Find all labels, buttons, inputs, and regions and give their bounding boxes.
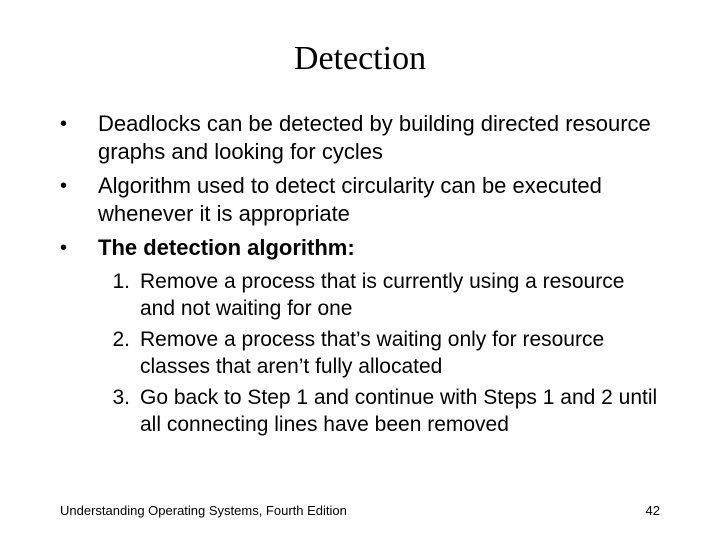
list-item: 2. Remove a process that’s waiting only … xyxy=(98,326,660,380)
list-item: 3. Go back to Step 1 and continue with S… xyxy=(98,384,660,438)
bullet-text-bold: The detection algorithm: xyxy=(98,234,660,262)
number-marker: 2. xyxy=(98,326,140,380)
bullet-text: Deadlocks can be detected by building di… xyxy=(98,110,660,166)
step-text: Remove a process that’s waiting only for… xyxy=(140,326,660,380)
bullet-icon: • xyxy=(60,234,98,262)
bullet-icon: • xyxy=(60,172,98,228)
list-item: • Deadlocks can be detected by building … xyxy=(60,110,660,166)
slide: Detection • Deadlocks can be detected by… xyxy=(0,0,720,540)
slide-title: Detection xyxy=(60,40,660,78)
bullet-list: • Deadlocks can be detected by building … xyxy=(60,110,660,262)
page-number: 42 xyxy=(646,503,660,518)
list-item: • Algorithm used to detect circularity c… xyxy=(60,172,660,228)
bullet-text: Algorithm used to detect circularity can… xyxy=(98,172,660,228)
list-item: • The detection algorithm: xyxy=(60,234,660,262)
footer: Understanding Operating Systems, Fourth … xyxy=(60,503,660,518)
numbered-list: 1. Remove a process that is currently us… xyxy=(98,268,660,438)
step-text: Remove a process that is currently using… xyxy=(140,268,660,322)
bullet-icon: • xyxy=(60,110,98,166)
number-marker: 3. xyxy=(98,384,140,438)
list-item: 1. Remove a process that is currently us… xyxy=(98,268,660,322)
step-text: Go back to Step 1 and continue with Step… xyxy=(140,384,660,438)
number-marker: 1. xyxy=(98,268,140,322)
footer-left: Understanding Operating Systems, Fourth … xyxy=(60,503,347,518)
